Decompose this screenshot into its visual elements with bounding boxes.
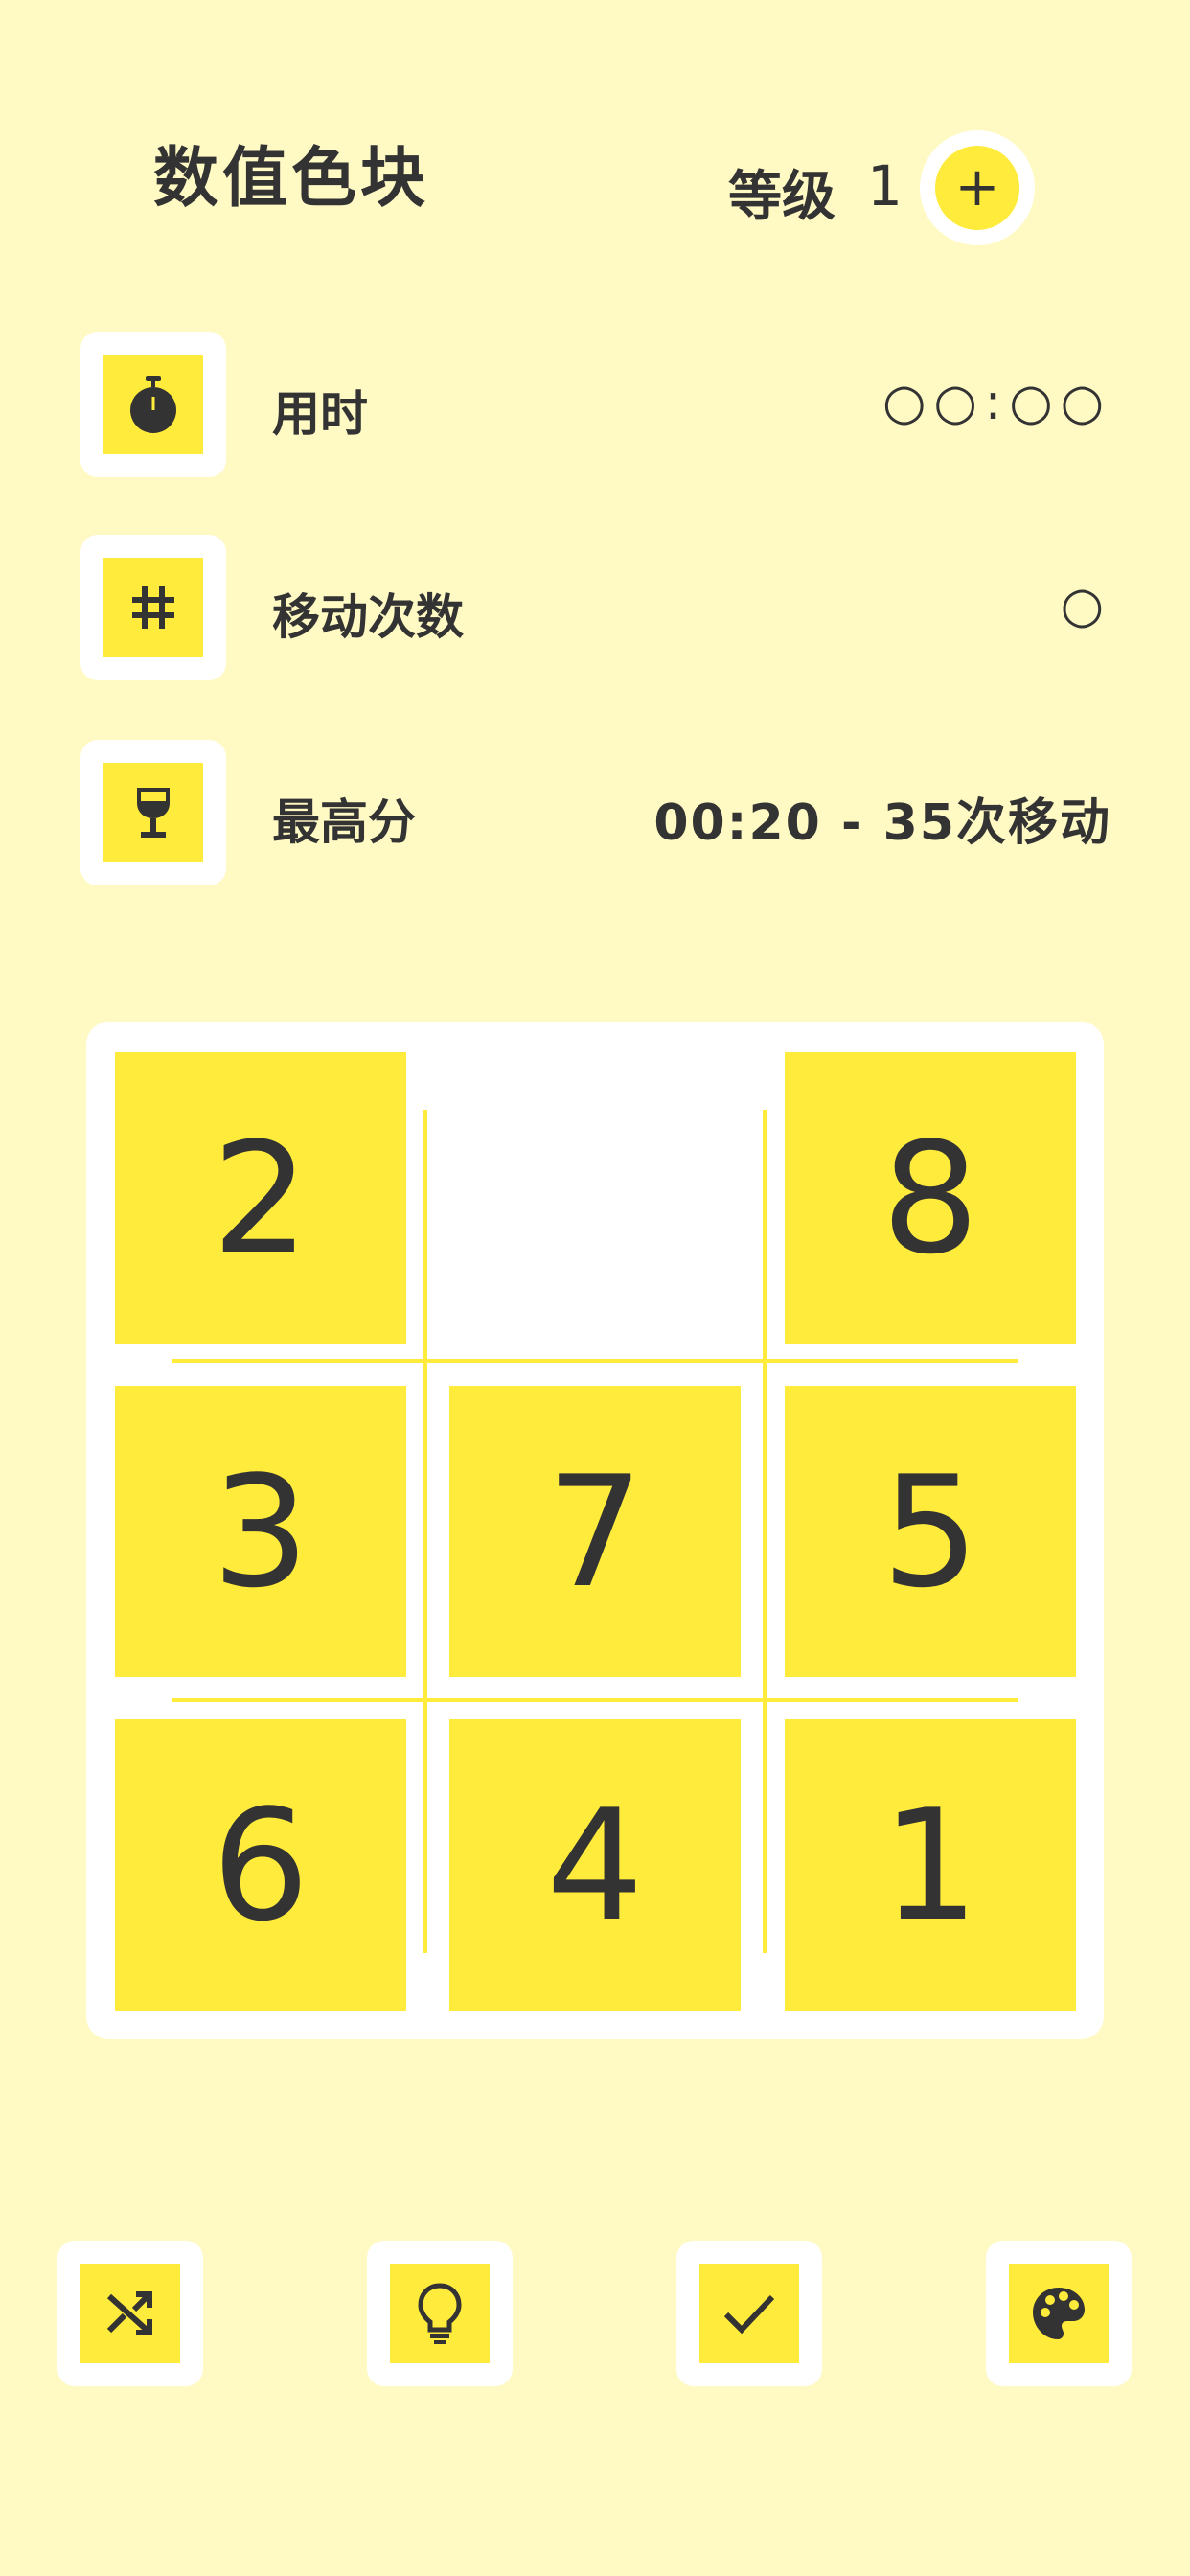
grid-line bbox=[172, 1359, 1018, 1363]
stat-label-best: 最高分 bbox=[272, 794, 416, 850]
stat-label-moves: 移动次数 bbox=[272, 589, 464, 645]
grid-line bbox=[423, 1110, 427, 1953]
checkmark-icon bbox=[723, 2294, 775, 2334]
stat-row-moves: 移动次数 ○ bbox=[80, 535, 1111, 684]
hash-icon bbox=[132, 586, 174, 629]
stopwatch-icon bbox=[130, 376, 176, 433]
level-up-button[interactable]: + bbox=[920, 130, 1035, 245]
game-title: 数值色块 bbox=[153, 141, 430, 217]
shuffle-icon bbox=[106, 2291, 152, 2335]
level-label: 等级 bbox=[728, 166, 835, 228]
puzzle-tile[interactable]: 2 bbox=[115, 1052, 406, 1344]
stat-row-best: 最高分 00:20 - 35次移动 bbox=[80, 740, 1111, 889]
puzzle-board: 2 8 3 7 5 6 4 1 bbox=[86, 1022, 1104, 2039]
stat-icon-box bbox=[80, 332, 226, 477]
stat-value-time: ○○:○○ bbox=[881, 374, 1111, 431]
stat-row-time: 用时 ○○:○○ bbox=[80, 332, 1111, 481]
stat-value-best: 00:20 - 35次移动 bbox=[653, 794, 1111, 852]
shuffle-button[interactable] bbox=[57, 2241, 203, 2386]
trophy-cup-icon bbox=[137, 788, 170, 838]
level-value: 1 bbox=[867, 153, 903, 218]
puzzle-tile[interactable]: 4 bbox=[449, 1719, 741, 2011]
grid-line bbox=[172, 1698, 1018, 1702]
puzzle-tile[interactable]: 7 bbox=[449, 1386, 741, 1677]
lightbulb-icon bbox=[418, 2283, 462, 2344]
stat-value-moves: ○ bbox=[1060, 577, 1111, 634]
puzzle-tile[interactable]: 3 bbox=[115, 1386, 406, 1677]
stat-label-time: 用时 bbox=[272, 386, 368, 442]
hint-button[interactable] bbox=[367, 2241, 513, 2386]
theme-button[interactable] bbox=[986, 2241, 1132, 2386]
stat-icon-box bbox=[80, 535, 226, 680]
puzzle-tile[interactable]: 8 bbox=[785, 1052, 1076, 1344]
grid-line bbox=[763, 1110, 767, 1953]
stat-icon-box bbox=[80, 740, 226, 886]
puzzle-tile[interactable]: 5 bbox=[785, 1386, 1076, 1677]
puzzle-tile[interactable]: 1 bbox=[785, 1719, 1076, 2011]
check-button[interactable] bbox=[676, 2241, 822, 2386]
puzzle-tile[interactable]: 6 bbox=[115, 1719, 406, 2011]
palette-icon bbox=[1033, 2288, 1085, 2339]
plus-icon: + bbox=[935, 146, 1019, 230]
